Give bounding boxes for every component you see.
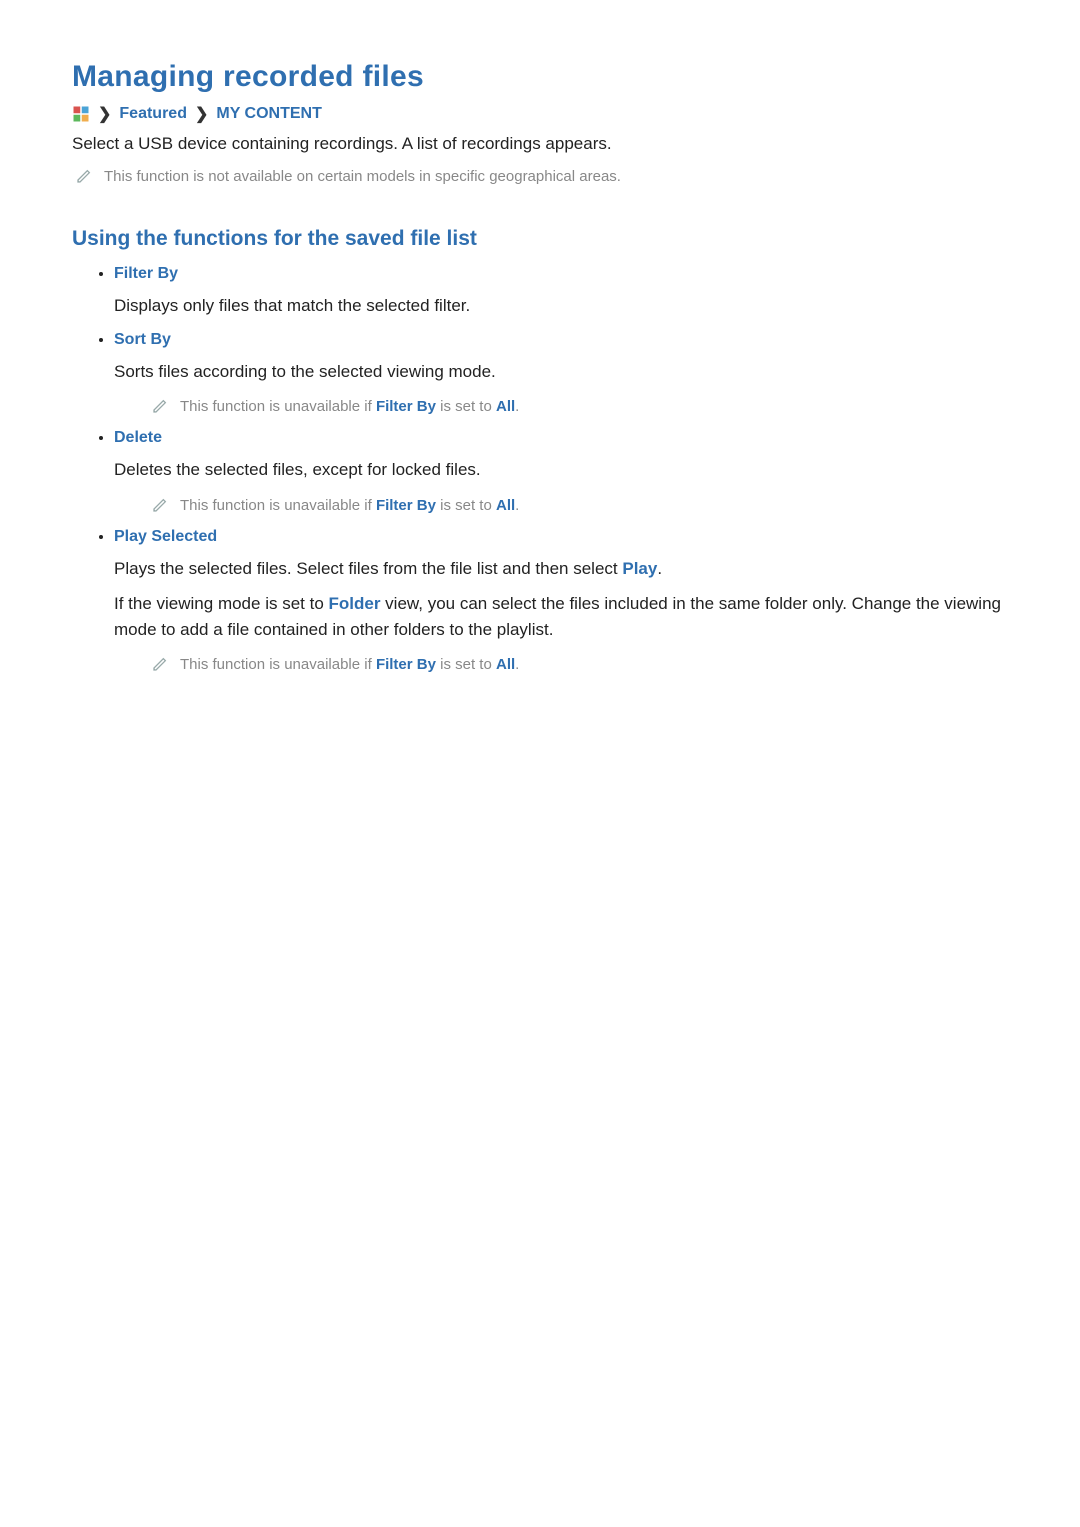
item-note-text: This function is unavailable if Filter B… [180,654,519,675]
item-note: This function is unavailable if Filter B… [152,654,1008,675]
item-note: This function is unavailable if Filter B… [152,396,1008,417]
item-note: This function is unavailable if Filter B… [152,495,1008,516]
page-title: Managing recorded files [72,60,1008,94]
item-desc-2: If the viewing mode is set to Folder vie… [114,591,1008,642]
geo-note-text: This function is not available on certai… [104,166,621,187]
section-title: Using the functions for the saved file l… [72,227,1008,251]
intro-text: Select a USB device containing recording… [72,134,1008,154]
item-title: Play Selected [114,528,1008,546]
chevron-right-icon: ❯ [98,104,111,124]
list-item-sort-by: Sort By Sorts files according to the sel… [114,331,1008,418]
note-icon [152,398,168,414]
item-title: Filter By [114,265,1008,283]
breadcrumb: ❯ Featured ❯ MY CONTENT [72,104,1008,124]
page: Managing recorded files ❯ Featured ❯ MY … [0,0,1080,759]
item-title: Delete [114,429,1008,447]
breadcrumb-featured: Featured [119,105,187,123]
chevron-right-icon: ❯ [195,104,208,124]
item-desc-1: Plays the selected files. Select files f… [114,556,1008,582]
note-icon [152,656,168,672]
smart-hub-icon [72,105,90,123]
note-icon [76,168,92,184]
item-note-text: This function is unavailable if Filter B… [180,495,519,516]
note-icon [152,497,168,513]
item-desc: Sorts files according to the selected vi… [114,359,1008,385]
list-item-delete: Delete Deletes the selected files, excep… [114,429,1008,516]
item-title: Sort By [114,331,1008,349]
item-note-text: This function is unavailable if Filter B… [180,396,519,417]
geo-note: This function is not available on certai… [76,166,1008,187]
breadcrumb-my-content: MY CONTENT [216,105,321,123]
list-item-filter-by: Filter By Displays only files that match… [114,265,1008,319]
list-item-play-selected: Play Selected Plays the selected files. … [114,528,1008,676]
item-desc: Deletes the selected files, except for l… [114,457,1008,483]
function-list: Filter By Displays only files that match… [72,265,1008,675]
item-desc: Displays only files that match the selec… [114,293,1008,319]
